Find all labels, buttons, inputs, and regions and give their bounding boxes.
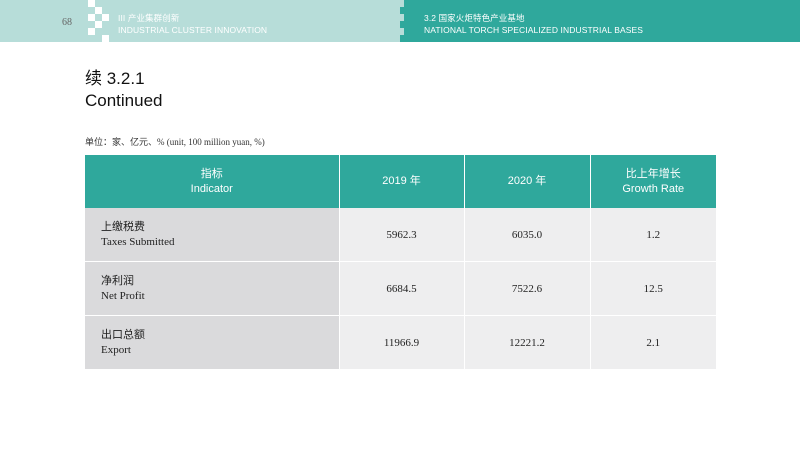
page-header: 68 III 产业集群创新 INDUSTRIAL CLUSTER INNOVAT… <box>0 0 800 42</box>
column-header-indicator: 指标 Indicator <box>85 155 340 208</box>
cell-2019: 6684.5 <box>339 261 465 316</box>
row-name: 净利润 Net Profit <box>85 261 340 316</box>
header-left-band: 68 III 产业集群创新 INDUSTRIAL CLUSTER INNOVAT… <box>0 0 400 42</box>
row-name-en: Net Profit <box>101 289 145 302</box>
section-title-cn: 续 3.2.1 <box>85 69 145 88</box>
header-right-title-en: NATIONAL TORCH SPECIALIZED INDUSTRIAL BA… <box>424 25 644 35</box>
section-title: 续 3.2.1 Continued <box>85 68 163 112</box>
column-header-growth: 比上年增长 Growth Rate <box>590 155 716 208</box>
row-name-cn: 上缴税费 <box>101 220 145 233</box>
column-header-en: Growth Rate <box>622 182 685 195</box>
cell-2020: 7522.6 <box>464 261 591 316</box>
column-header-2020: 2020 年 <box>464 155 591 208</box>
row-name-cn: 净利润 <box>101 274 134 287</box>
page-number: 68 <box>62 17 72 28</box>
unit-note: 单位：家、亿元、% (unit, 100 million yuan, %) <box>85 137 265 147</box>
header-right-title-cn: 3.2 国家火炬特色产业基地 <box>424 13 525 23</box>
cell-2020: 6035.0 <box>464 208 591 262</box>
cell-growth: 2.1 <box>590 315 716 369</box>
header-right-title: 3.2 国家火炬特色产业基地 NATIONAL TORCH SPECIALIZE… <box>424 12 643 36</box>
table-header-row: 指标 Indicator 2019 年 2020 年 比上年增长 Growth … <box>85 155 716 208</box>
table-row: 净利润 Net Profit 6684.5 7522.6 12.5 <box>85 261 716 316</box>
row-name: 出口总额 Export <box>85 315 340 369</box>
column-header-cn: 2020 年 <box>507 175 547 187</box>
column-header-cn: 比上年增长 <box>625 167 681 180</box>
column-header-en: Indicator <box>190 182 233 195</box>
row-name-en: Export <box>101 343 131 356</box>
cell-growth: 1.2 <box>590 208 716 262</box>
section-title-en: Continued <box>85 91 163 110</box>
column-header-cn: 2019 年 <box>382 175 421 187</box>
column-header-cn: 指标 <box>200 167 223 180</box>
row-name-en: Taxes Submitted <box>101 235 175 248</box>
cell-2019: 5962.3 <box>339 208 465 262</box>
table-row: 上缴税费 Taxes Submitted 5962.3 6035.0 1.2 <box>85 208 716 262</box>
row-name: 上缴税费 Taxes Submitted <box>85 208 340 262</box>
cell-2020: 12221.2 <box>464 315 591 369</box>
table-row: 出口总额 Export 11966.9 12221.2 2.1 <box>85 315 716 369</box>
column-header-2019: 2019 年 <box>339 155 465 208</box>
cell-growth: 12.5 <box>590 261 716 316</box>
header-right-band: 3.2 国家火炬特色产业基地 NATIONAL TORCH SPECIALIZE… <box>390 0 800 42</box>
header-left-title: III 产业集群创新 INDUSTRIAL CLUSTER INNOVATION <box>118 12 267 36</box>
header-left-title-en: INDUSTRIAL CLUSTER INNOVATION <box>118 25 268 35</box>
header-left-title-cn: III 产业集群创新 <box>118 13 180 23</box>
cell-2019: 11966.9 <box>339 315 465 369</box>
row-name-cn: 出口总额 <box>101 328 145 341</box>
indicator-table: 指标 Indicator 2019 年 2020 年 比上年增长 Growth … <box>85 155 716 369</box>
